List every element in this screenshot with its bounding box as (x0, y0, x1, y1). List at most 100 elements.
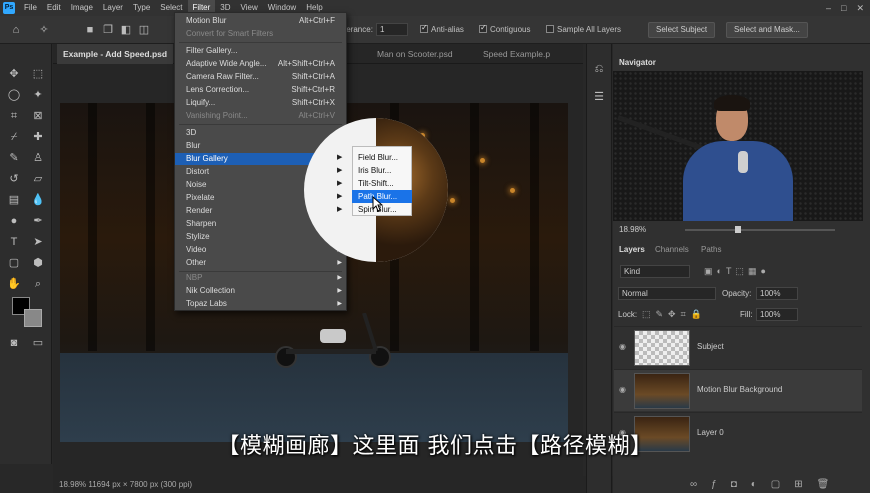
new-selection-icon[interactable]: ■ (80, 21, 100, 39)
lamp (480, 158, 485, 163)
eyedropper-icon[interactable]: ⌿ (4, 128, 24, 146)
subtract-selection-icon[interactable]: ◧ (116, 21, 136, 39)
lock-icons[interactable]: ⬚✎✥⌗🔒 (642, 309, 707, 320)
kind-filter-select[interactable]: Kind (620, 265, 690, 278)
status-bar: 18.98% 11694 px × 7800 px (300 ppi) (53, 476, 613, 493)
contiguous-checkbox[interactable] (479, 23, 487, 33)
eye-icon[interactable]: ◉ (619, 342, 629, 351)
panel-icon-strip: ⎌ ☰ (586, 44, 612, 493)
pillar (88, 103, 97, 351)
hand-tool-icon[interactable]: ✋ (4, 275, 24, 293)
gradient-tool-icon[interactable]: ▤ (4, 191, 24, 209)
add-selection-icon[interactable]: ❐ (98, 21, 118, 39)
layers-footer-icons[interactable]: ∞ƒ◘◐▢⊞🗑 (690, 476, 870, 493)
menu-type[interactable]: Type (128, 0, 155, 16)
navigator-zoom-row: 18.98% (613, 222, 870, 238)
tab-channels[interactable]: Channels (655, 242, 689, 258)
zoom-slider[interactable] (685, 229, 835, 231)
menu-item-other[interactable]: Other ▶ (175, 257, 346, 269)
fill-input[interactable]: 100% (756, 308, 798, 321)
microphone (738, 151, 748, 173)
zoom-tool-icon[interactable]: ⌕ (28, 275, 48, 293)
crop-tool-icon[interactable]: ⌗ (4, 107, 24, 125)
tab-example-add-speed[interactable]: Example - Add Speed.psd (57, 44, 174, 64)
select-subject-button[interactable]: Select Subject (648, 22, 716, 38)
menu-image[interactable]: Image (66, 0, 98, 16)
menu-edit[interactable]: Edit (42, 0, 66, 16)
tab-paths[interactable]: Paths (701, 242, 721, 258)
submenu-arrow-icon: ▶ (337, 180, 343, 187)
menu-layer[interactable]: Layer (98, 0, 128, 16)
home-icon[interactable]: ⌂ (6, 21, 26, 39)
quick-mask-icon[interactable]: ◙ (4, 334, 24, 352)
custom-shape-icon[interactable]: ⬢ (28, 254, 48, 272)
minimize-icon[interactable]: – (826, 3, 831, 13)
tolerance-input[interactable]: 1 (376, 23, 408, 36)
screen-mode-icon[interactable]: ▭ (28, 334, 48, 352)
blend-mode-select[interactable]: Normal (618, 287, 716, 300)
menu-item-nik-collection[interactable]: Nik Collection ▶ (175, 285, 346, 297)
layer-row[interactable]: ◉ Motion Blur Background (614, 369, 862, 411)
background-color-swatch[interactable] (24, 309, 42, 327)
eraser-icon[interactable]: ▱ (28, 170, 48, 188)
tab-man-on-scooter[interactable]: Man on Scooter.psd (371, 44, 459, 64)
magic-wand-icon[interactable]: ✦ (28, 86, 48, 104)
marquee-tool-icon[interactable]: ⬚ (28, 65, 48, 83)
menu-file[interactable]: File (19, 0, 42, 16)
menu-item-motion-blur[interactable]: Motion Blur Alt+Ctrl+F (175, 15, 346, 27)
zoom-slider-handle[interactable] (735, 226, 741, 233)
tab-speed-example[interactable]: Speed Example.p (477, 44, 556, 64)
brush-tool-icon[interactable]: ✎ (4, 149, 24, 167)
type-tool-icon[interactable]: T (4, 233, 24, 251)
dodge-tool-icon[interactable]: ● (4, 212, 24, 230)
pillar (146, 103, 155, 351)
menu-separator (179, 124, 342, 125)
navigator-zoom-value[interactable]: 18.98% (619, 225, 646, 234)
menu-item-liquify[interactable]: Liquify... Shift+Ctrl+X (175, 97, 346, 109)
menu-item-video[interactable]: Video▶ (175, 244, 346, 256)
magic-wand-tool-icon[interactable]: ✧ (34, 21, 54, 39)
layer-filter-icons[interactable]: ▣◐T⬚▦● (704, 266, 770, 277)
video-subtitle: 【模糊画廊】这里面 我们点击【路径模糊】 (217, 434, 653, 459)
properties-panel-icon[interactable]: ☰ (589, 88, 609, 106)
menu-item-adaptive-wide-angle[interactable]: Adaptive Wide Angle... Alt+Shift+Ctrl+A (175, 58, 346, 70)
navigator-preview[interactable] (613, 71, 863, 221)
anti-alias-checkbox[interactable] (420, 23, 428, 33)
maximize-icon[interactable]: □ (841, 3, 846, 13)
frame-tool-icon[interactable]: ⊠ (28, 107, 48, 125)
menu-item-lens-correction[interactable]: Lens Correction... Shift+Ctrl+R (175, 84, 346, 96)
intersect-selection-icon[interactable]: ◫ (134, 21, 154, 39)
select-and-mask-button[interactable]: Select and Mask... (726, 22, 808, 38)
layer-thumbnail (634, 330, 690, 366)
submenu-tilt-shift[interactable]: Tilt-Shift... (352, 177, 412, 190)
close-icon[interactable]: ✕ (856, 3, 864, 14)
menu-item-camera-raw-filter[interactable]: Camera Raw Filter... Shift+Ctrl+A (175, 71, 346, 83)
layer-name: Subject (697, 342, 724, 351)
healing-brush-icon[interactable]: ✚ (28, 128, 48, 146)
menu-item-filter-gallery[interactable]: Filter Gallery... (175, 45, 346, 57)
person-hair (714, 95, 750, 111)
opacity-input[interactable]: 100% (756, 287, 798, 300)
move-tool-icon[interactable]: ✥ (4, 65, 24, 83)
menu-bar: Ps File Edit Image Layer Type Select Fil… (0, 0, 870, 16)
eye-icon[interactable]: ◉ (619, 385, 629, 394)
submenu-iris-blur[interactable]: Iris Blur... (352, 164, 412, 177)
submenu-arrow-icon: ▶ (337, 260, 342, 266)
tools-panel: ✥ ⬚ ◯ ✦ ⌗ ⊠ ⌿ ✚ ✎ ♙ ↺ ▱ ▤ 💧 ● ✒ T ➤ ▢ ⬢ … (0, 44, 52, 464)
clone-stamp-icon[interactable]: ♙ (28, 149, 48, 167)
path-selection-icon[interactable]: ➤ (28, 233, 48, 251)
submenu-arrow-icon: ▶ (337, 193, 343, 200)
menu-item-topaz-labs[interactable]: Topaz Labs ▶ (175, 298, 346, 310)
blur-tool-icon[interactable]: 💧 (28, 191, 48, 209)
navigator-title[interactable]: Navigator (619, 55, 656, 71)
pen-tool-icon[interactable]: ✒ (28, 212, 48, 230)
history-brush-icon[interactable]: ↺ (4, 170, 24, 188)
menu-item-3d[interactable]: 3D▶ (175, 127, 346, 139)
history-panel-icon[interactable]: ⎌ (589, 60, 609, 78)
submenu-field-blur[interactable]: Field Blur... (352, 151, 412, 164)
sample-all-layers-checkbox[interactable] (546, 25, 554, 33)
rectangle-tool-icon[interactable]: ▢ (4, 254, 24, 272)
layer-row[interactable]: ◉ Subject (614, 326, 862, 368)
tab-layers[interactable]: Layers (619, 242, 645, 258)
lasso-tool-icon[interactable]: ◯ (4, 86, 24, 104)
